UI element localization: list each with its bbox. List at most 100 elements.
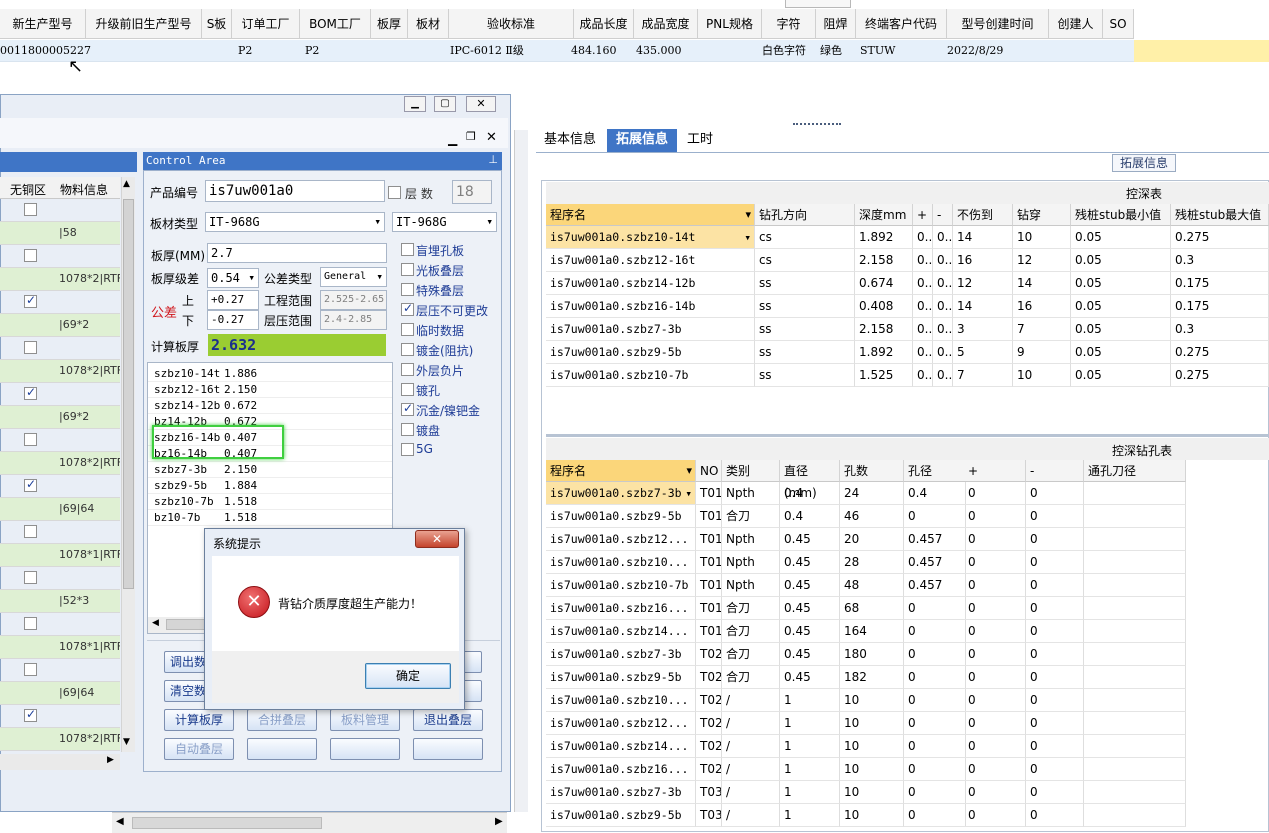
list-item[interactable]: 1078*1|RTF	[0, 544, 120, 567]
empty-button-3[interactable]	[413, 738, 483, 760]
option-checkbox[interactable]	[401, 243, 414, 256]
tol-type-select[interactable]: General	[320, 267, 387, 287]
thickness-input[interactable]: 2.7	[207, 243, 387, 263]
col-header[interactable]: 钻孔方向	[755, 204, 855, 226]
close-icon[interactable]: ✕	[466, 96, 496, 112]
table-cell[interactable]: is7uw001a0.szbz10...	[546, 551, 696, 574]
list-item[interactable]	[0, 337, 120, 360]
top-col-header[interactable]: 阻焊	[816, 9, 856, 39]
list-item[interactable]	[0, 521, 120, 544]
stack-row[interactable]: bz10-7b 1.518	[148, 510, 392, 526]
no-copper-checkbox[interactable]	[24, 385, 37, 400]
list-item[interactable]: 1078*2|RTF	[0, 452, 120, 475]
col-header[interactable]: +	[913, 204, 933, 226]
scroll-right-icon[interactable]: ▶	[107, 755, 114, 765]
table-cell[interactable]: is7uw001a0.szbz9-5b	[546, 804, 696, 827]
col-header[interactable]: 程序名	[546, 460, 696, 482]
option-checkbox[interactable]	[401, 443, 414, 456]
table-cell[interactable]: is7uw001a0.szbz9-5b	[546, 341, 755, 364]
table-cell[interactable]: is7uw001a0.szbz16-14b	[546, 295, 755, 318]
calc-thickness-button[interactable]: 计算板厚	[164, 709, 234, 731]
table-cell[interactable]: is7uw001a0.szbz12...	[546, 712, 696, 735]
dialog-close-button[interactable]: ✕	[415, 530, 459, 548]
col-header[interactable]: 类别	[722, 460, 780, 482]
list-item[interactable]: 1078*1|RTF	[0, 636, 120, 659]
tab-0[interactable]: 基本信息	[540, 129, 600, 152]
partial-button-1[interactable]	[462, 651, 482, 673]
merge-stack-button[interactable]: 合拼叠层	[247, 709, 317, 731]
tol-level-select[interactable]: 0.54	[207, 268, 259, 288]
top-grid-row[interactable]: 0011800005227 P2 P2 IPC-6012 Ⅱ级 484.160 435.0…	[0, 40, 1269, 62]
left-list-vscroll[interactable]: ▲ ▼	[121, 177, 135, 752]
partial-button-2[interactable]	[462, 680, 482, 702]
table-cell[interactable]: is7uw001a0.szbz16...	[546, 758, 696, 781]
col-header[interactable]: 孔径	[904, 460, 966, 482]
list-item[interactable]	[0, 383, 120, 406]
col-header[interactable]: -	[1026, 460, 1084, 482]
top-col-header[interactable]: SO	[1103, 9, 1134, 39]
no-copper-checkbox[interactable]	[24, 249, 37, 262]
bottom-hscroll-thumb[interactable]	[132, 817, 322, 829]
top-col-header[interactable]: 成品宽度	[634, 9, 698, 39]
list-item[interactable]	[0, 199, 120, 222]
minimize-icon[interactable]: ▁	[404, 96, 426, 112]
middle-splitter[interactable]	[514, 130, 528, 812]
table-cell[interactable]: is7uw001a0.szbz12...	[546, 528, 696, 551]
table-cell[interactable]: is7uw001a0.szbz14...	[546, 735, 696, 758]
no-copper-checkbox[interactable]	[24, 663, 37, 676]
option-checkbox[interactable]	[401, 363, 414, 376]
top-col-header[interactable]: 板厚	[371, 9, 408, 39]
stack-row[interactable]: szbz10-14t 1.886	[148, 366, 392, 382]
no-copper-checkbox[interactable]	[24, 341, 37, 354]
option-checkbox[interactable]	[401, 323, 414, 336]
no-copper-checkbox[interactable]	[24, 433, 37, 446]
no-copper-checkbox[interactable]	[24, 203, 37, 216]
table-cell[interactable]: is7uw001a0.szbz10-7b	[546, 574, 696, 597]
layers-checkbox[interactable]	[388, 186, 401, 199]
list-item[interactable]	[0, 567, 120, 590]
list-item[interactable]: |69*2	[0, 314, 120, 337]
lower-tol-input[interactable]: -0.27	[207, 310, 259, 330]
table-cell[interactable]: is7uw001a0.szbz10...	[546, 689, 696, 712]
scroll-up-icon[interactable]: ▲	[123, 179, 130, 189]
no-copper-checkbox[interactable]	[24, 571, 37, 584]
table-cell[interactable]: is7uw001a0.szbz9-5b	[546, 505, 696, 528]
top-col-header[interactable]: 验收标准	[449, 9, 574, 39]
option-checkbox[interactable]	[401, 263, 414, 276]
left-list-hscroll[interactable]: ▶	[0, 754, 120, 770]
material-select-2[interactable]: IT-968G	[392, 212, 497, 232]
pin-icon[interactable]: ⊥	[488, 153, 498, 166]
table-cell[interactable]: is7uw001a0.szbz14-12b	[546, 272, 755, 295]
list-item[interactable]: 1078*2|RTF	[0, 268, 120, 291]
empty-button-1[interactable]	[247, 738, 317, 760]
material-select[interactable]: IT-968G	[205, 212, 385, 232]
no-copper-checkbox[interactable]	[24, 477, 37, 492]
col-header[interactable]: 通孔刀径	[1084, 460, 1186, 482]
bottom-hscroll[interactable]: ◀ ▶	[112, 812, 507, 833]
col-header[interactable]: -	[933, 204, 953, 226]
product-input[interactable]: is7uw001a0	[205, 180, 385, 202]
no-copper-checkbox[interactable]	[24, 617, 37, 630]
col-header[interactable]: +	[964, 460, 1026, 482]
left-list-vscroll-thumb[interactable]	[123, 199, 134, 589]
depth-table[interactable]: 程序名钻孔方向深度mm+-不伤到钻穿残桩stub最小值残桩stub最大值 is7u…	[546, 204, 1269, 434]
stack-row[interactable]: szbz14-12b 0.672	[148, 398, 392, 414]
list-item[interactable]	[0, 429, 120, 452]
col-header[interactable]: 钻穿	[1013, 204, 1071, 226]
option-checkbox[interactable]	[401, 401, 414, 416]
col-header[interactable]: 孔数	[840, 460, 904, 482]
list-item[interactable]: 1078*2|RTF	[0, 728, 120, 751]
top-col-header[interactable]: 字符	[762, 9, 816, 39]
table-cell[interactable]: is7uw001a0.szbz14...	[546, 620, 696, 643]
empty-button-2[interactable]	[330, 738, 400, 760]
no-copper-checkbox[interactable]	[24, 293, 37, 308]
inner-close-icon[interactable]: ✕	[486, 130, 497, 145]
top-col-header[interactable]: 新生产型号	[0, 9, 86, 39]
maximize-icon[interactable]: ▢	[434, 96, 456, 112]
inner-restore-icon[interactable]: ❐	[466, 130, 476, 143]
col-header[interactable]: 直径(mm)	[780, 460, 840, 500]
top-col-header[interactable]: 型号创建时间	[947, 9, 1049, 39]
option-checkbox[interactable]	[401, 283, 414, 296]
list-item[interactable]	[0, 613, 120, 636]
list-item[interactable]: |58	[0, 222, 120, 245]
